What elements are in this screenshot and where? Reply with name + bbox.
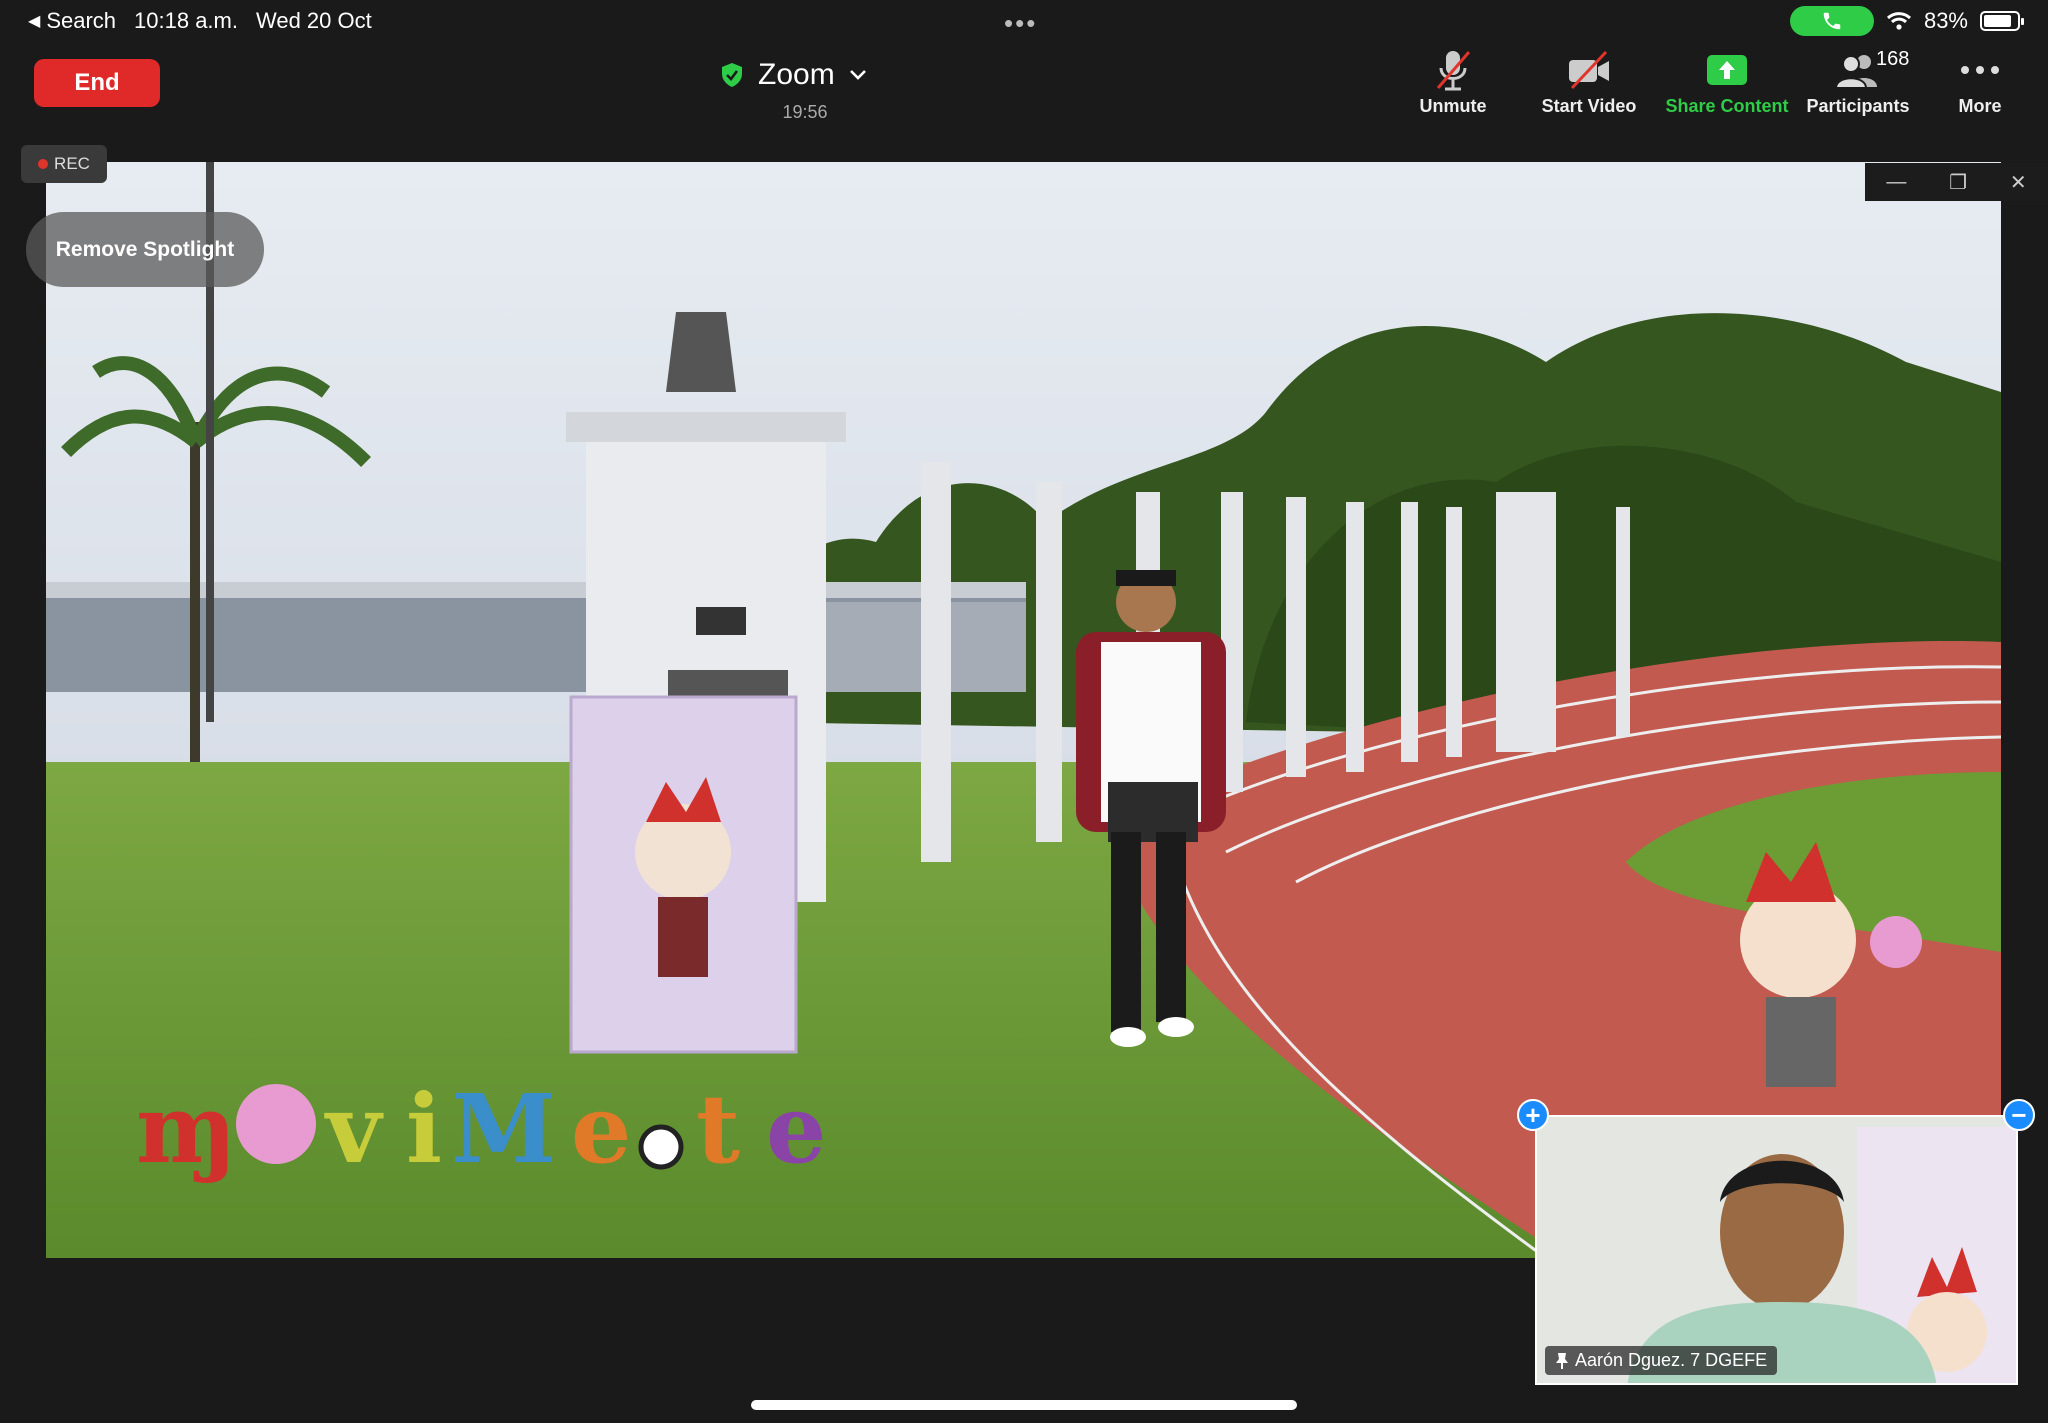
multitasking-dots-icon[interactable]: ••• bbox=[1004, 8, 1037, 39]
participants-count: 168 bbox=[1876, 48, 1910, 70]
chevron-down-icon bbox=[849, 70, 866, 80]
status-time: 10:18 a.m. bbox=[134, 8, 238, 33]
unmute-label: Unmute bbox=[1419, 96, 1487, 116]
share-upload-icon bbox=[1707, 55, 1747, 85]
share-content-button[interactable]: Share Content bbox=[1662, 48, 1792, 117]
battery-fill bbox=[1984, 15, 2011, 27]
participant-video bbox=[1537, 1117, 2016, 1383]
end-meeting-button[interactable]: End bbox=[34, 59, 160, 107]
participants-label: Participants bbox=[1806, 96, 1910, 116]
expand-thumbnail-button[interactable]: + bbox=[1517, 1099, 1549, 1131]
restore-icon[interactable]: ❐ bbox=[1949, 170, 1967, 195]
meeting-title-label: Zoom bbox=[758, 58, 835, 91]
phone-icon bbox=[1823, 12, 1841, 30]
rec-label: REC bbox=[54, 154, 90, 173]
more-dots-icon bbox=[1961, 66, 1999, 74]
video-off-icon bbox=[1569, 50, 1609, 90]
participant-name-tag: Aarón Dguez. 7 DGEFE bbox=[1545, 1346, 1778, 1375]
status-date: Wed 20 Oct bbox=[255, 8, 372, 33]
back-label[interactable]: Search bbox=[46, 8, 116, 34]
home-indicator[interactable] bbox=[751, 1400, 1297, 1410]
stadium-scene: ɱ v i M e t e bbox=[46, 162, 2001, 1258]
share-content-label: Share Content bbox=[1665, 96, 1789, 116]
unmute-button[interactable]: Unmute bbox=[1408, 48, 1498, 117]
svg-text:t: t bbox=[696, 1074, 740, 1185]
window-controls: — ❐ ✕ bbox=[1865, 163, 2048, 201]
recording-indicator: REC bbox=[21, 145, 107, 183]
svg-text:i: i bbox=[406, 1074, 442, 1185]
svg-text:M: M bbox=[451, 1074, 556, 1185]
participants-icon bbox=[1835, 55, 1877, 89]
minimize-icon[interactable]: — bbox=[1886, 171, 1906, 194]
more-button[interactable]: More bbox=[1948, 48, 2012, 117]
battery-icon bbox=[1980, 11, 2024, 31]
battery-percent: 83% bbox=[1923, 8, 1968, 33]
more-label: More bbox=[1958, 96, 2002, 116]
svg-text:e: e bbox=[766, 1074, 826, 1185]
pin-icon bbox=[1556, 1352, 1568, 1369]
svg-text:e: e bbox=[571, 1074, 631, 1185]
back-arrow-icon[interactable]: ◀ bbox=[28, 11, 40, 31]
active-speaker-video[interactable]: ɱ v i M e t e bbox=[46, 162, 2001, 1258]
wifi-icon bbox=[1886, 12, 1911, 30]
svg-text:ɱ: ɱ bbox=[136, 1074, 237, 1185]
start-video-label: Start Video bbox=[1541, 96, 1637, 116]
muted-mic-icon bbox=[1436, 51, 1471, 91]
shield-check-icon bbox=[722, 63, 742, 87]
status-bar: ◀ Search 10:18 a.m. Wed 20 Oct ••• 83% bbox=[0, 0, 2048, 44]
svg-text:v: v bbox=[324, 1074, 384, 1185]
start-video-button[interactable]: Start Video bbox=[1534, 48, 1644, 117]
close-icon[interactable]: ✕ bbox=[2010, 170, 2027, 195]
meeting-duration: 19:56 bbox=[782, 102, 828, 122]
collapse-thumbnail-button[interactable]: − bbox=[2003, 1099, 2035, 1131]
recording-dot-icon bbox=[38, 159, 49, 169]
remove-spotlight-button[interactable]: Remove Spotlight bbox=[26, 212, 264, 287]
active-call-pill[interactable] bbox=[1789, 6, 1874, 36]
self-view-thumbnail[interactable]: Aarón Dguez. 7 DGEFE bbox=[1535, 1115, 2018, 1385]
meeting-title[interactable]: Zoom bbox=[720, 58, 867, 92]
participant-name: Aarón Dguez. 7 DGEFE bbox=[1575, 1350, 1768, 1370]
